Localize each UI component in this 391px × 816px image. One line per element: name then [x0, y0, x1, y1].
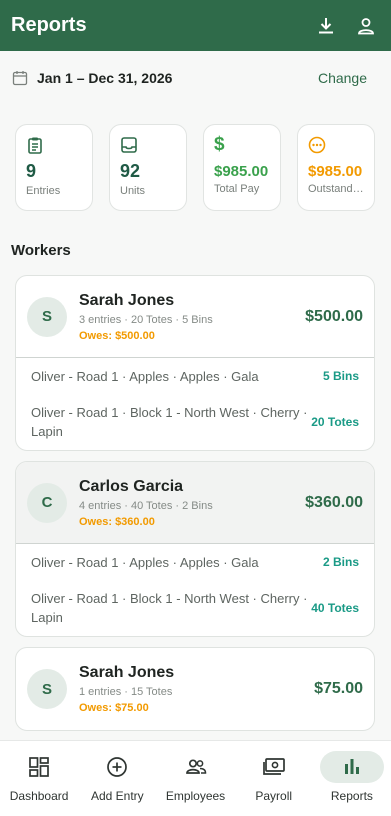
stat-entries: 9 Entries: [15, 124, 93, 211]
worker-card-header[interactable]: S Sarah Jones 3 entries · 20 Totes · 5 B…: [16, 276, 374, 358]
worker-card[interactable]: S Sarah Jones 3 entries · 20 Totes · 5 B…: [15, 275, 375, 451]
worker-owes: Owes: $360.00: [79, 515, 155, 528]
stat-value: $985.00: [214, 163, 269, 180]
account-button[interactable]: [352, 12, 380, 40]
worker-meta: 4 entries · 40 Totes · 2 Bins: [79, 499, 213, 512]
nav-dashboard[interactable]: Dashboard: [0, 741, 78, 816]
date-range-bar: Jan 1 – Dec 31, 2026 Change: [0, 51, 391, 105]
detail-desc: Oliver - Road 1 · Apples · Apples · Gala: [31, 554, 259, 570]
stat-label: Total Pay: [214, 183, 260, 195]
avatar: S: [27, 669, 67, 709]
summary-stats: 9 Entries 92 Units $ $985.00 Total Pay $: [15, 124, 375, 211]
avatar: C: [27, 482, 67, 523]
stat-label: Units: [120, 185, 146, 197]
stat-label: Outstandi...: [308, 183, 364, 195]
worker-meta: 3 entries · 20 Totes · 5 Bins: [79, 313, 213, 326]
worker-meta: 1 entries · 15 Totes: [79, 686, 173, 698]
person-icon: [358, 17, 374, 34]
nav-label: Employees: [165, 789, 226, 803]
nav-employees[interactable]: Employees: [156, 741, 234, 816]
detail-row: Oliver - Road 1 · Apples · Apples · Gala…: [16, 358, 374, 394]
change-range-button[interactable]: Change: [318, 70, 367, 86]
worker-card-header[interactable]: C Carlos Garcia 4 entries · 40 Totes · 2…: [16, 462, 374, 544]
nav-add-entry[interactable]: Add Entry: [78, 741, 156, 816]
stat-value: 9: [26, 161, 37, 181]
stat-outstanding: $985.00 Outstandi...: [297, 124, 375, 211]
detail-desc: Oliver - Road 1 · Apples · Apples · Gala: [31, 368, 259, 384]
worker-name: Carlos Garcia: [79, 477, 184, 495]
stat-units: 92 Units: [109, 124, 187, 211]
nav-label: Dashboard: [9, 789, 69, 803]
app-bar: Reports: [0, 0, 391, 51]
payroll-icon: [242, 751, 306, 783]
worker-name: Sarah Jones: [79, 664, 175, 681]
download-icon: [319, 17, 333, 33]
stat-label: Entries: [26, 185, 61, 197]
avatar: S: [27, 296, 67, 337]
detail-qty: 40 Totes: [311, 601, 359, 615]
dollar-icon: $: [214, 134, 225, 155]
detail-qty: 5 Bins: [322, 369, 359, 383]
detail-qty: 20 Totes: [311, 415, 359, 429]
date-range-text: Jan 1 – Dec 31, 2026: [37, 70, 173, 86]
clipboard-icon: [26, 135, 82, 155]
nav-label: Reports: [330, 789, 373, 803]
more-circle-icon: [308, 135, 364, 155]
worker-owes: Owes: $75.00: [79, 702, 149, 714]
calendar-icon: [11, 69, 29, 87]
detail-row: Oliver - Road 1 · Block 1 - North West ·…: [16, 580, 374, 636]
stat-value: 92: [120, 161, 141, 181]
nav-label: Payroll: [255, 789, 293, 803]
workers-heading: Workers: [11, 242, 71, 259]
worker-card[interactable]: S Sarah Jones 1 entries · 15 Totes Owes:…: [15, 647, 375, 731]
bottom-nav: Dashboard Add Entry Employees Payroll Re…: [0, 740, 391, 816]
worker-amount: $360.00: [305, 493, 363, 511]
stat-value: $985.00: [308, 163, 363, 180]
nav-payroll[interactable]: Payroll: [235, 741, 313, 816]
page-title: Reports: [11, 14, 87, 36]
nav-reports[interactable]: Reports: [313, 741, 391, 816]
worker-amount: $500.00: [305, 307, 363, 325]
worker-card-header[interactable]: S Sarah Jones 1 entries · 15 Totes Owes:…: [16, 648, 374, 730]
stat-total-pay: $ $985.00 Total Pay: [203, 124, 281, 211]
download-button[interactable]: [312, 12, 340, 40]
worker-owes: Owes: $500.00: [79, 329, 155, 342]
detail-qty: 2 Bins: [322, 555, 359, 569]
inbox-icon: [120, 135, 176, 155]
worker-list: S Sarah Jones 3 entries · 20 Totes · 5 B…: [15, 275, 375, 741]
dashboard-icon: [7, 751, 71, 783]
detail-desc: Oliver - Road 1 · Block 1 - North West ·…: [31, 405, 308, 439]
worker-amount: $75.00: [314, 680, 363, 697]
detail-row: Oliver - Road 1 · Apples · Apples · Gala…: [16, 544, 374, 580]
detail-desc: Oliver - Road 1 · Block 1 - North West ·…: [31, 591, 308, 625]
worker-card[interactable]: C Carlos Garcia 4 entries · 40 Totes · 2…: [15, 461, 375, 637]
add-circle-icon: [85, 751, 149, 783]
bar-chart-icon: [319, 751, 384, 783]
detail-row: Oliver - Road 1 · Block 1 - North West ·…: [16, 394, 374, 450]
people-icon: [164, 751, 228, 783]
worker-name: Sarah Jones: [79, 291, 175, 309]
nav-label: Add Entry: [90, 789, 144, 803]
